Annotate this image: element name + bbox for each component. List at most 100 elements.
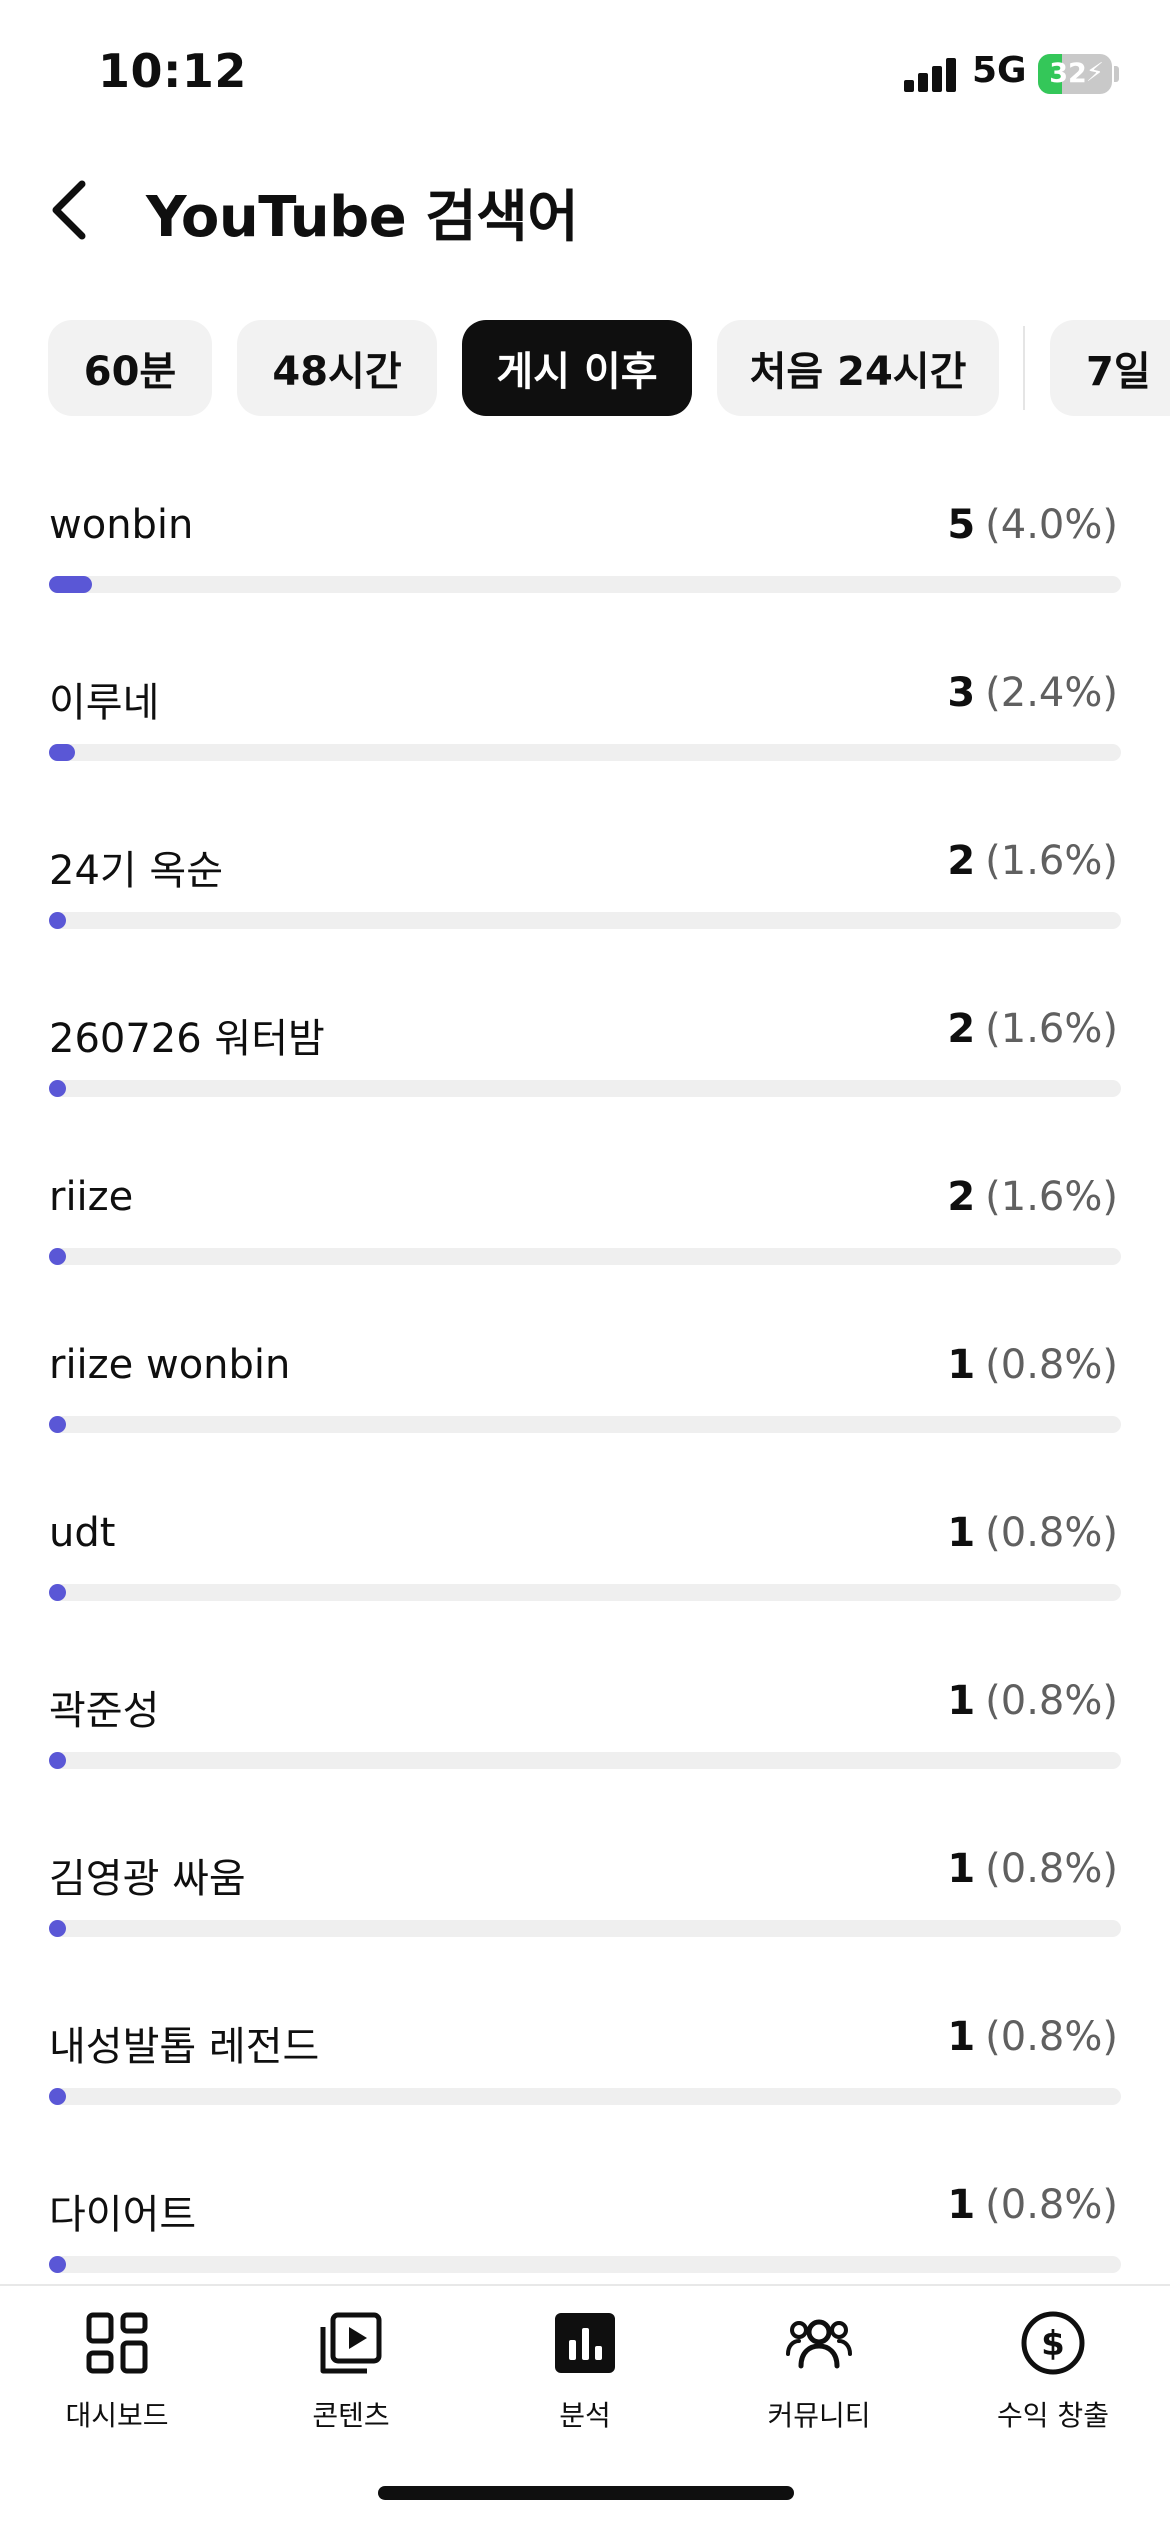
search-term-percent: (1.6%) (985, 838, 1118, 884)
dashboard-icon (86, 2312, 148, 2374)
search-term-percent: (0.8%) (985, 1678, 1118, 1724)
share-bar-fill (49, 1920, 66, 1937)
filter-chip-7d[interactable]: 7일 (1050, 320, 1170, 416)
back-button[interactable] (40, 170, 100, 250)
search-term-value: 2 (1.6%) (947, 838, 1118, 884)
header: YouTube 검색어 (0, 150, 1170, 270)
nav-dashboard[interactable]: 대시보드 (0, 2304, 234, 2454)
share-bar-track (49, 1416, 1121, 1433)
search-term-row[interactable]: 24기 옥순 2 (1.6%) (0, 816, 1170, 984)
share-bar-track (49, 2088, 1121, 2105)
nav-monetization[interactable]: $ 수익 창출 (936, 2304, 1170, 2454)
search-term-row[interactable]: riize 2 (1.6%) (0, 1152, 1170, 1320)
battery-icon: 32 ⚡ (1038, 54, 1112, 94)
share-bar-fill (49, 1080, 67, 1097)
search-term-row[interactable]: wonbin 5 (4.0%) (0, 480, 1170, 648)
search-term-percent: (1.6%) (985, 1006, 1118, 1052)
share-bar-fill (49, 2088, 66, 2105)
nav-community-label: 커뮤니티 (767, 2399, 871, 2432)
filter-chip-48h[interactable]: 48시간 (237, 320, 437, 416)
share-bar-fill (49, 1248, 67, 1265)
network-label: 5G (972, 50, 1027, 91)
search-term-count: 3 (947, 670, 976, 716)
share-bar-fill (49, 1584, 66, 1601)
share-bar-track (49, 912, 1121, 929)
search-term-percent: (0.8%) (985, 1342, 1118, 1388)
search-term-value: 1 (0.8%) (947, 1846, 1118, 1892)
share-bar-track (49, 576, 1121, 593)
search-term-value: 2 (1.6%) (947, 1174, 1118, 1220)
filter-chip-since-published[interactable]: 게시 이후 (462, 320, 692, 416)
search-term-label: 24기 옥순 (49, 848, 224, 894)
search-term-row[interactable]: 이루네 3 (2.4%) (0, 648, 1170, 816)
search-term-label: wonbin (49, 502, 194, 548)
search-term-count: 1 (947, 2014, 976, 2060)
search-term-label: 이루네 (49, 680, 160, 726)
search-term-percent: (1.6%) (985, 1174, 1118, 1220)
search-term-count: 1 (947, 1846, 976, 1892)
chip-divider (1023, 326, 1025, 410)
search-term-count: 2 (947, 838, 976, 884)
search-term-row[interactable]: 곽준성 1 (0.8%) (0, 1656, 1170, 1824)
content-icon (320, 2312, 382, 2374)
share-bar-track (49, 1080, 1121, 1097)
search-term-row[interactable]: 김영광 싸움 1 (0.8%) (0, 1824, 1170, 1992)
share-bar-fill (49, 2256, 66, 2273)
share-bar-track (49, 1584, 1121, 1601)
search-term-label: riize (49, 1174, 134, 1220)
filter-chip-60min[interactable]: 60분 (48, 320, 212, 416)
search-term-label: 김영광 싸움 (49, 1856, 246, 1902)
nav-content[interactable]: 콘텐츠 (234, 2304, 468, 2454)
filter-chip-first-24h[interactable]: 처음 24시간 (717, 320, 999, 416)
status-time: 10:12 (98, 44, 247, 98)
search-term-label: 곽준성 (49, 1688, 160, 1734)
search-term-value: 3 (2.4%) (947, 670, 1118, 716)
nav-content-label: 콘텐츠 (312, 2399, 390, 2432)
search-term-count: 2 (947, 1174, 976, 1220)
search-term-row[interactable]: 내성발톱 레전드 1 (0.8%) (0, 1992, 1170, 2160)
home-indicator[interactable] (378, 2486, 794, 2500)
share-bar-track (49, 2256, 1121, 2273)
search-term-percent: (0.8%) (985, 1510, 1118, 1556)
search-term-value: 1 (0.8%) (947, 1342, 1118, 1388)
monetization-icon: $ (1021, 2311, 1085, 2375)
search-term-label: riize wonbin (49, 1342, 291, 1388)
charging-bolt-icon: ⚡ (1085, 58, 1104, 88)
search-term-percent: (0.8%) (985, 1846, 1118, 1892)
community-icon (786, 2319, 852, 2369)
svg-text:$: $ (1041, 2324, 1065, 2364)
search-term-value: 5 (4.0%) (947, 502, 1118, 548)
search-term-value: 1 (0.8%) (947, 2182, 1118, 2228)
search-term-percent: (0.8%) (985, 2014, 1118, 2060)
share-bar-track (49, 1752, 1121, 1769)
share-bar-track (49, 1248, 1121, 1265)
search-term-count: 5 (947, 502, 976, 548)
nav-analytics-label: 분석 (559, 2399, 611, 2432)
chevron-left-icon (52, 180, 86, 240)
search-term-row[interactable]: 260726 워터밤 2 (1.6%) (0, 984, 1170, 1152)
analytics-icon (555, 2313, 615, 2373)
share-bar-fill (49, 1752, 66, 1769)
search-term-percent: (4.0%) (985, 502, 1118, 548)
share-bar-fill (49, 912, 67, 929)
search-term-count: 1 (947, 2182, 976, 2228)
share-bar-fill (49, 576, 92, 593)
search-term-label: 다이어트 (49, 2192, 197, 2238)
share-bar-fill (49, 1416, 66, 1433)
share-bar-track (49, 744, 1121, 761)
search-term-row[interactable]: riize wonbin 1 (0.8%) (0, 1320, 1170, 1488)
nav-analytics[interactable]: 분석 (468, 2304, 702, 2454)
page-title: YouTube 검색어 (146, 185, 579, 250)
search-term-value: 2 (1.6%) (947, 1006, 1118, 1052)
cellular-signal-icon (904, 58, 958, 92)
search-term-percent: (2.4%) (985, 670, 1118, 716)
search-term-label: 260726 워터밤 (49, 1016, 325, 1062)
search-term-value: 1 (0.8%) (947, 2014, 1118, 2060)
search-term-row[interactable]: udt 1 (0.8%) (0, 1488, 1170, 1656)
period-filter-row: 60분 48시간 게시 이후 처음 24시간 7일 (0, 320, 1170, 418)
search-term-count: 1 (947, 1510, 976, 1556)
nav-community[interactable]: 커뮤니티 (702, 2304, 936, 2454)
share-bar-track (49, 1920, 1121, 1937)
search-term-value: 1 (0.8%) (947, 1510, 1118, 1556)
share-bar-fill (49, 744, 75, 761)
